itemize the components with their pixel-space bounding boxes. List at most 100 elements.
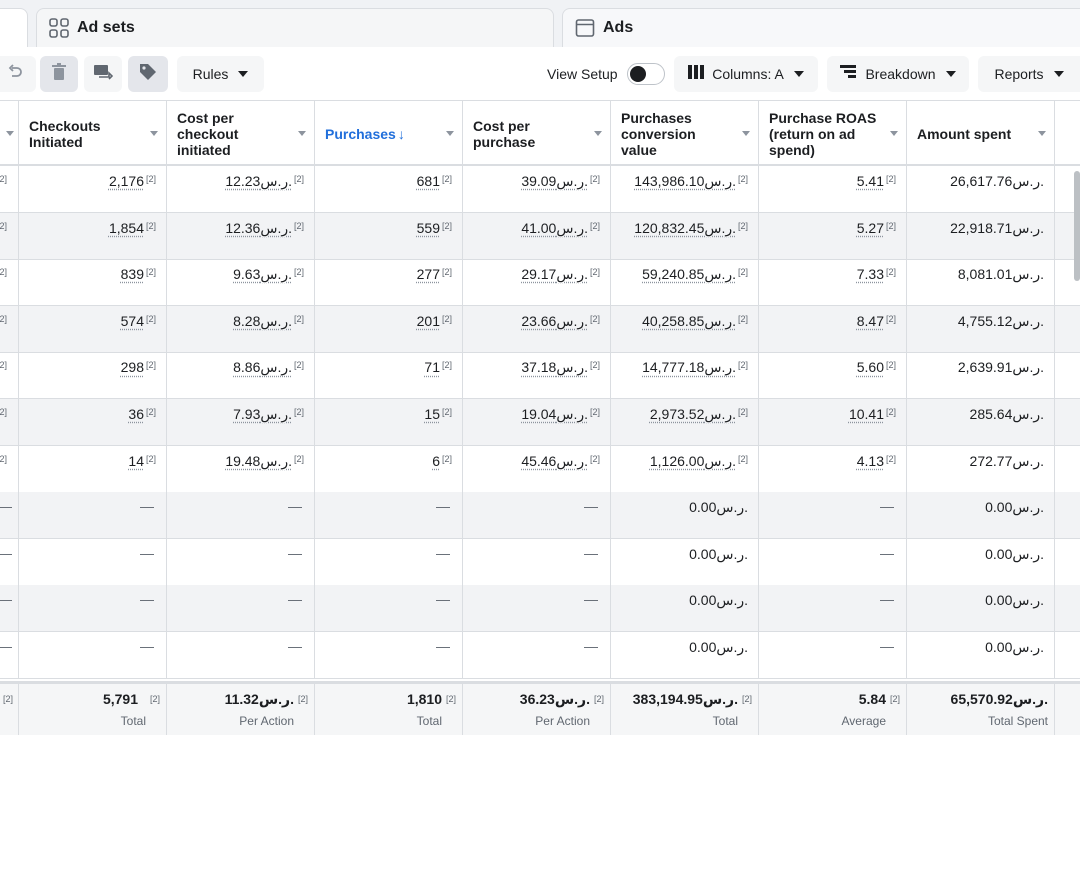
table-row[interactable]: [2]14[2]19.48ر.س.[2]6[2]45.46ر.س.[2]1,12… [0,445,1080,493]
cell-spent[interactable]: 0.00ر.س. [907,492,1055,539]
vertical-scrollbar[interactable] [1074,171,1080,281]
tag-button[interactable] [128,56,168,92]
reports-dropdown[interactable]: Reports [978,56,1080,92]
cell-roas[interactable]: 5.27 [2] [759,212,907,259]
header-cost-per-purchase[interactable]: Cost per purchase [463,101,611,166]
cell-checkouts[interactable]: 2,176 [2] [19,166,167,212]
cell-checkouts[interactable]: 14 [2] [19,445,167,492]
cell-cost-checkout[interactable]: 12.36ر.س. [2] [167,212,315,259]
cell-checkouts[interactable]: — [19,492,167,539]
cell-spent[interactable]: 0.00ر.س. [907,632,1055,678]
cell-cost-purchase[interactable]: 39.09ر.س. [2] [463,166,611,212]
cell-cost-checkout[interactable]: — [167,585,315,632]
cell-roas[interactable]: 10.41 [2] [759,399,907,445]
cell-cost-purchase[interactable]: — [463,585,611,632]
cell-roas[interactable]: — [759,538,907,585]
header-purchases[interactable]: Purchases ↓ [315,101,463,166]
columns-dropdown[interactable]: Columns: A [674,56,818,92]
cell-cost-purchase[interactable]: 19.04ر.س. [2] [463,399,611,445]
header-conversion-value[interactable]: Purchases conversion value [611,101,759,166]
table-row[interactable]: [2]574[2]8.28ر.س.[2]201[2]23.66ر.س.[2]40… [0,305,1080,353]
cell-purchases[interactable]: 15 [2] [315,399,463,445]
cell-spent[interactable]: 2,639.91ر.س. [907,352,1055,399]
cell-cost-purchase[interactable]: 37.18ر.س. [2] [463,352,611,399]
cell-purchases[interactable]: 71 [2] [315,352,463,399]
cell-conv-value[interactable]: 2,973.52ر.س. [2] [611,399,759,445]
cell-spent[interactable]: 4,755.12ر.س. [907,305,1055,352]
header-checkouts-initiated[interactable]: Checkouts Initiated [19,101,167,166]
cell-checkouts[interactable]: 298 [2] [19,352,167,399]
cell-conv-value[interactable]: 143,986.10ر.س. [2] [611,166,759,212]
cell-purchases[interactable]: 559 [2] [315,212,463,259]
cell-spent[interactable]: 8,081.01ر.س. [907,259,1055,306]
cell-cost-purchase[interactable]: 45.46ر.س. [2] [463,445,611,492]
cell-cost-checkout[interactable]: 12.23ر.س. [2] [167,166,315,212]
cell-cost-checkout[interactable]: 8.86ر.س. [2] [167,352,315,399]
tab-campaigns-partial[interactable] [0,8,28,47]
cell-cost-checkout[interactable]: 7.93ر.س. [2] [167,399,315,445]
cell-checkouts[interactable]: — [19,538,167,585]
cell-cost-purchase[interactable]: — [463,632,611,678]
cell-cost-checkout[interactable]: 9.63ر.س. [2] [167,259,315,306]
delete-button[interactable] [40,56,78,92]
cell-cost-purchase[interactable]: — [463,538,611,585]
view-setup-toggle[interactable] [627,63,665,85]
table-row[interactable]: — — — — — 0.00ر.س. — 0.00ر.س. [0,632,1080,679]
cell-roas[interactable]: 4.13 [2] [759,445,907,492]
cell-purchases[interactable]: — [315,492,463,539]
cell-cost-checkout[interactable]: — [167,632,315,678]
cell-purchases[interactable]: 201 [2] [315,305,463,352]
cell-cost-checkout[interactable]: 8.28ر.س. [2] [167,305,315,352]
table-row[interactable]: [2]298[2]8.86ر.س.[2]71[2]37.18ر.س.[2]14,… [0,352,1080,400]
rules-dropdown[interactable]: Rules [177,56,264,92]
cell-cost-checkout[interactable]: 19.48ر.س. [2] [167,445,315,492]
cell-purchases[interactable]: 681 [2] [315,166,463,212]
cell-roas[interactable]: — [759,585,907,632]
cell-cost-purchase[interactable]: 23.66ر.س. [2] [463,305,611,352]
tab-ad-sets[interactable]: Ad sets [36,8,554,47]
cell-roas[interactable]: 5.60 [2] [759,352,907,399]
cell-checkouts[interactable]: 1,854 [2] [19,212,167,259]
cell-cost-purchase[interactable]: 41.00ر.س. [2] [463,212,611,259]
table-row[interactable]: [2]1,854[2]12.36ر.س.[2]559[2]41.00ر.س.[2… [0,212,1080,260]
cell-checkouts[interactable]: — [19,585,167,632]
tab-ads[interactable]: Ads [562,8,1080,47]
cell-conv-value[interactable]: 40,258.85ر.س. [2] [611,305,759,352]
table-row[interactable]: [2]839[2]9.63ر.س.[2]277[2]29.17ر.س.[2]59… [0,259,1080,307]
cell-spent[interactable]: 0.00ر.س. [907,585,1055,632]
cell-purchases[interactable]: 6 [2] [315,445,463,492]
breakdown-dropdown[interactable]: Breakdown [827,56,969,92]
cell-roas[interactable]: — [759,632,907,678]
cell-conv-value[interactable]: 59,240.85ر.س. [2] [611,259,759,306]
cell-conv-value[interactable]: 0.00ر.س. [611,492,759,539]
cell-roas[interactable]: — [759,492,907,539]
cell-conv-value[interactable]: 1,126.00ر.س. [2] [611,445,759,492]
cell-conv-value[interactable]: 14,777.18ر.س. [2] [611,352,759,399]
header-cell-partial[interactable] [0,101,19,166]
cell-roas[interactable]: 5.41 [2] [759,166,907,212]
cell-purchases[interactable]: — [315,538,463,585]
cell-spent[interactable]: 22,918.71ر.س. [907,212,1055,259]
cell-cost-checkout[interactable]: — [167,492,315,539]
cell-roas[interactable]: 8.47 [2] [759,305,907,352]
cell-conv-value[interactable]: 120,832.45ر.س. [2] [611,212,759,259]
cell-checkouts[interactable]: — [19,632,167,678]
cell-purchases[interactable]: — [315,632,463,678]
cell-roas[interactable]: 7.33 [2] [759,259,907,306]
cell-purchases[interactable]: — [315,585,463,632]
header-purchase-roas[interactable]: Purchase ROAS (return on ad spend) [759,101,907,166]
cell-spent[interactable]: 272.77ر.س. [907,445,1055,492]
header-amount-spent[interactable]: Amount spent [907,101,1055,166]
duplicate-button[interactable] [84,56,122,92]
cell-conv-value[interactable]: 0.00ر.س. [611,585,759,632]
cell-conv-value[interactable]: 0.00ر.س. [611,632,759,678]
cell-checkouts[interactable]: 36 [2] [19,399,167,445]
cell-cost-checkout[interactable]: — [167,538,315,585]
cell-spent[interactable]: 26,617.76ر.س. [907,166,1055,212]
cell-purchases[interactable]: 277 [2] [315,259,463,306]
header-cost-per-checkout[interactable]: Cost per checkout initiated [167,101,315,166]
cell-checkouts[interactable]: 839 [2] [19,259,167,306]
table-row[interactable]: — — — — — 0.00ر.س. — 0.00ر.س. [0,585,1080,633]
table-row[interactable]: [2]2,176[2]12.23ر.س.[2]681[2]39.09ر.س.[2… [0,166,1080,213]
undo-button[interactable] [0,56,36,92]
